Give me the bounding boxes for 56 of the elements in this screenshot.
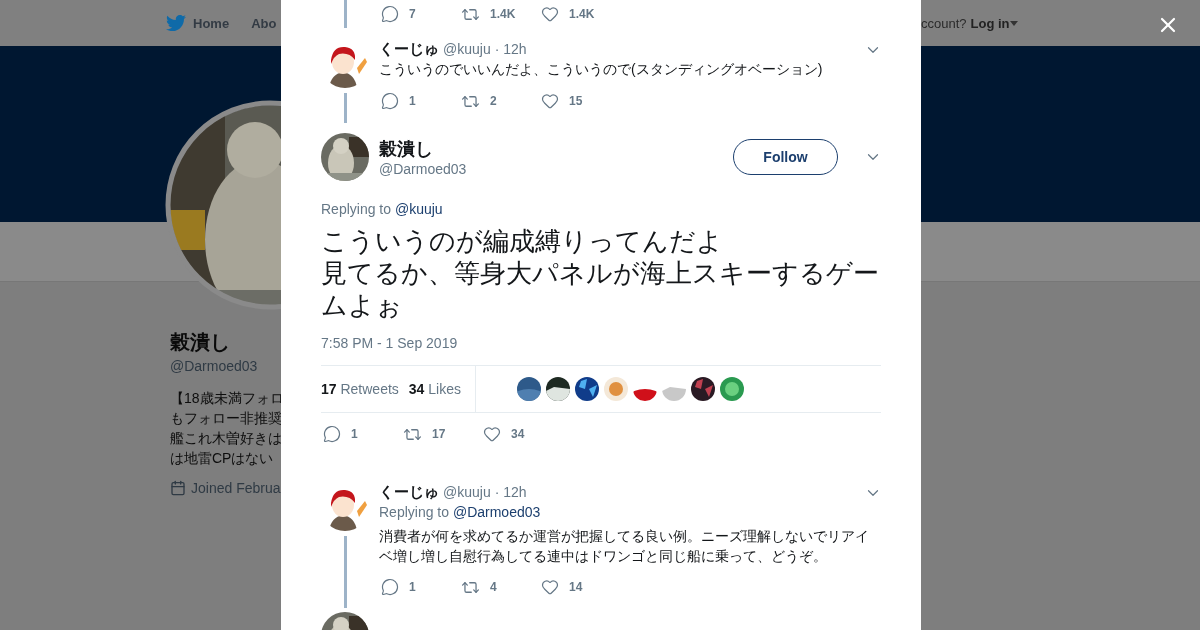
bio-line: 【18歳未満フォロ (170, 389, 281, 408)
about-link[interactable]: Abo (251, 15, 277, 31)
speech-bubble-icon (381, 5, 399, 23)
tweet-text: 消費者が何を求めてるか運営が把握してる良い例。ニーズ理解しないでリアイベ増し増し自慰行為してる連中はドワンゴと同じ船に乗って、どうぞ。 (379, 527, 870, 566)
tweet-time[interactable]: · 12h (494, 41, 527, 57)
bio-line: 艦これ木曽好きは (170, 429, 281, 448)
bird-icon (166, 13, 186, 33)
tweet-time[interactable]: · 12h (494, 484, 527, 500)
home-link[interactable]: Home (166, 13, 230, 33)
bio-line: は地雷CPはない (170, 449, 275, 468)
follow-button[interactable]: Follow (733, 139, 838, 175)
retweet-button[interactable]: 2 (459, 91, 539, 111)
speech-bubble-icon (323, 425, 341, 443)
user-handle[interactable]: @kuuju (443, 484, 491, 500)
retweet-button[interactable]: 4 (459, 577, 539, 597)
reply-button[interactable]: 7 (379, 5, 459, 23)
tweet-text: こういうのが編成縛りってんだよ 見てるか、等身大パネルが海上スキーするゲームよぉ (321, 225, 880, 321)
caret-icon (1009, 20, 1018, 26)
heart-icon (483, 425, 501, 443)
thread-line (343, 93, 347, 123)
retweet-button[interactable]: 1.4K (459, 4, 539, 24)
user-name[interactable]: くーじゅ (379, 483, 439, 502)
calendar-icon (170, 480, 186, 496)
account-prompt: ccount? (921, 15, 967, 31)
reply-button[interactable]: 1 (379, 578, 459, 596)
like-button[interactable]: 34 (481, 425, 561, 443)
like-count[interactable]: 34 Likes (408, 381, 461, 397)
retweet-button[interactable]: 17 (401, 424, 481, 444)
user-name[interactable]: くーじゅ (379, 40, 439, 59)
profile-handle: @Darmoed03 (170, 357, 259, 376)
mention-link[interactable]: @kuuju (394, 201, 443, 217)
thread-line (343, 0, 347, 28)
tweet-text: こういうのでいいんだよ、こういうので(スタンディングオベーション) (379, 60, 824, 79)
like-button[interactable]: 14 (539, 578, 619, 596)
speech-bubble-icon (381, 92, 399, 110)
like-button[interactable]: 15 (539, 92, 619, 110)
reply-button[interactable]: 1 (321, 425, 401, 443)
user-handle[interactable]: @Darmoed03 (379, 161, 723, 177)
speech-bubble-icon (381, 578, 399, 596)
profile-name: 穀潰し (170, 330, 231, 355)
tweet-timestamp: 7:58 PM - 1 Sep 2019 (321, 334, 459, 353)
heart-icon (541, 5, 559, 23)
heart-icon (541, 92, 559, 110)
replying-to-text: Replying to @Darmoed03 (379, 503, 542, 522)
login-link[interactable]: Log in (970, 15, 1018, 31)
bio-line: もフォロー非推奨 (170, 409, 281, 428)
user-name[interactable]: 穀潰し (379, 137, 723, 161)
user-handle[interactable]: @kuuju (443, 41, 491, 57)
mention-link[interactable]: @Darmoed03 (452, 504, 541, 520)
like-button[interactable]: 1.4K (539, 5, 619, 23)
retweet-count[interactable]: 17 Retweets (321, 381, 399, 397)
reply-button[interactable]: 1 (379, 92, 459, 110)
joined-date: Joined Februa (191, 480, 281, 496)
replying-to-text: Replying to @kuuju (321, 200, 444, 219)
thread-line (343, 536, 347, 608)
heart-icon (541, 578, 559, 596)
